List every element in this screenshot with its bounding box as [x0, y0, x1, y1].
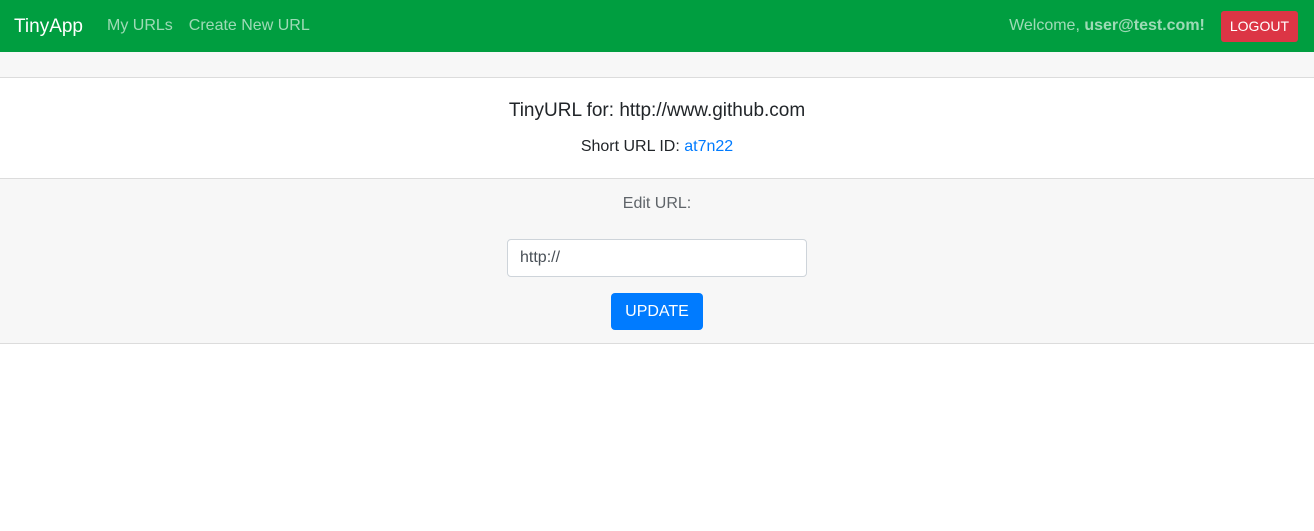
page-title: TinyURL for: http://www.github.com [508, 100, 806, 121]
logout-button[interactable]: LOGOUT [1220, 10, 1298, 42]
short-url-id-row: Short URL ID: at7n22 [0, 138, 1314, 156]
update-button[interactable]: UPDATE [611, 293, 703, 330]
nav-link-create-new-url[interactable]: Create New URL [189, 18, 310, 34]
nav-link-my-urls[interactable]: My URLs [107, 18, 173, 34]
edit-url-section: Edit URL: UPDATE [0, 179, 1314, 344]
card-header [0, 52, 1314, 78]
edit-url-label: Edit URL: [622, 195, 692, 212]
user-email: user@test.com! [1084, 17, 1205, 34]
short-url-id-label: Short URL ID: [580, 138, 685, 155]
long-url-input[interactable] [507, 239, 807, 277]
top-navbar: TinyApp My URLs Create New URL Welcome, … [0, 0, 1314, 52]
brand-link[interactable]: TinyApp [14, 17, 83, 36]
short-url-id-link[interactable]: at7n22 [684, 138, 733, 155]
welcome-prefix: Welcome, [1009, 17, 1085, 34]
card-body: TinyURL for: http://www.github.com Short… [0, 78, 1314, 179]
welcome-message: Welcome, user@test.com! [1009, 18, 1205, 34]
